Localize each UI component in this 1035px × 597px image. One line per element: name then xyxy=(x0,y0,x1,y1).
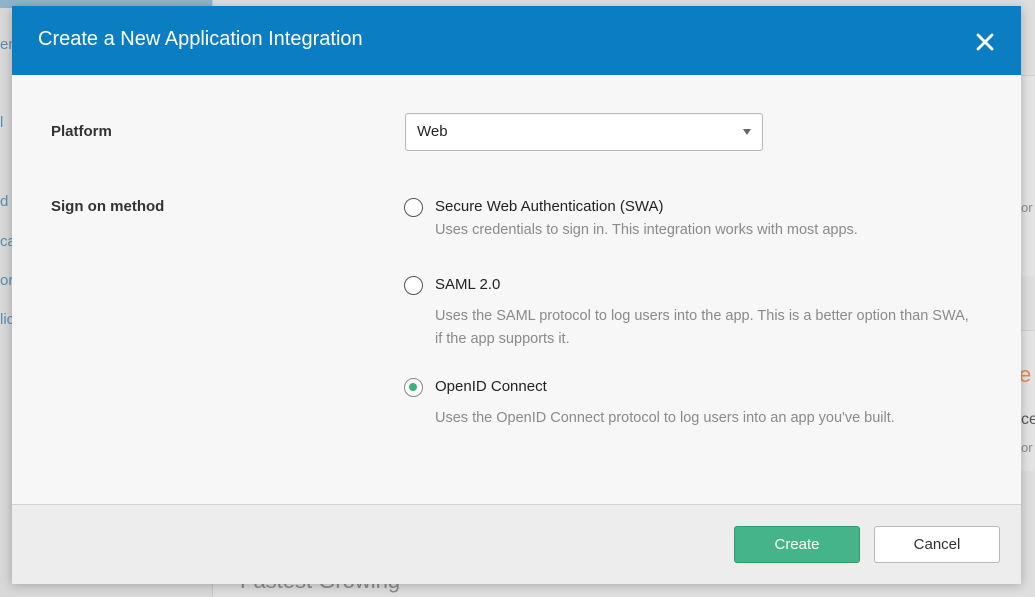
radio-label: Secure Web Authentication (SWA) xyxy=(435,198,664,215)
sidebar-fragment: l xyxy=(0,114,4,131)
sign-on-method-label: Sign on method xyxy=(51,198,165,215)
background-card xyxy=(1020,75,1035,276)
dialog-title: Create a New Application Integration xyxy=(38,28,363,50)
platform-select[interactable]: Web xyxy=(405,113,763,151)
dialog-header: Create a New Application Integration xyxy=(12,6,1021,75)
radio-button[interactable] xyxy=(404,198,423,217)
platform-selected-value: Web xyxy=(417,123,448,140)
radio-button[interactable] xyxy=(404,276,423,295)
chevron-down-icon xyxy=(743,129,751,135)
radio-description: Uses the SAML protocol to log users into… xyxy=(435,308,969,347)
dialog-footer: Create Cancel xyxy=(12,504,1021,584)
radio-description: Uses the OpenID Connect protocol to log … xyxy=(435,410,895,426)
create-button[interactable]: Create xyxy=(734,526,860,563)
radio-label: SAML 2.0 xyxy=(435,276,501,293)
cancel-button[interactable]: Cancel xyxy=(874,526,1000,563)
close-icon xyxy=(976,33,994,51)
radio-option-saml[interactable]: SAML 2.0 Uses the SAML protocol to log u… xyxy=(404,276,969,351)
right-fragment: or xyxy=(1021,200,1033,215)
right-fragment: e 3 xyxy=(1019,362,1035,387)
radio-description: Uses credentials to sign in. This integr… xyxy=(435,222,858,238)
radio-option-openid-connect[interactable]: OpenID Connect Uses the OpenID Connect p… xyxy=(404,378,964,430)
close-button[interactable] xyxy=(972,29,998,55)
radio-selected-dot xyxy=(409,383,417,391)
radio-label: OpenID Connect xyxy=(435,378,547,395)
platform-label: Platform xyxy=(51,123,112,140)
right-fragment: or xyxy=(1021,440,1033,455)
create-app-integration-dialog: Create a New Application Integration Pla… xyxy=(12,6,1021,584)
radio-option-swa[interactable]: Secure Web Authentication (SWA) Uses cre… xyxy=(404,198,964,250)
radio-button[interactable] xyxy=(404,378,423,397)
right-fragment: ce xyxy=(1021,411,1035,428)
